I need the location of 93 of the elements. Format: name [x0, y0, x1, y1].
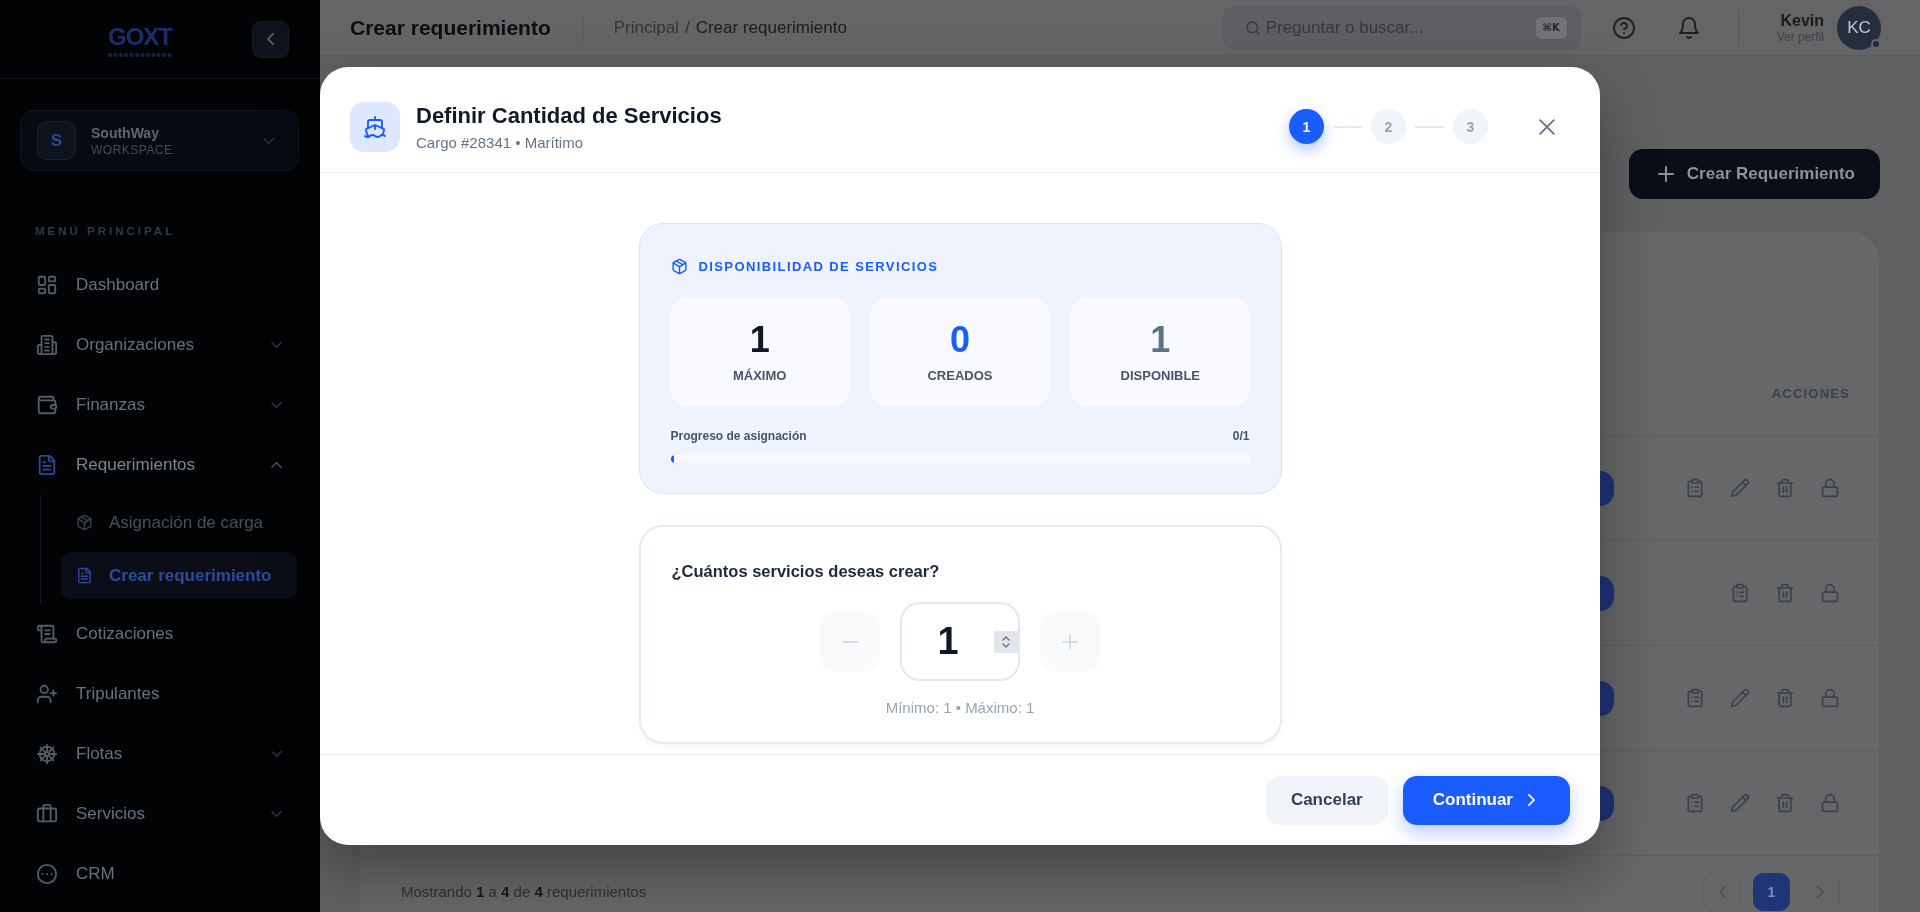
create-button[interactable]: Crear Requerimiento — [1628, 149, 1880, 199]
cube-icon — [670, 257, 688, 275]
step-indicator: 3 — [1453, 109, 1488, 144]
breadcrumb-separator: / — [684, 17, 690, 38]
briefcase-icon — [36, 803, 58, 825]
clipboard-icon[interactable] — [1685, 793, 1705, 813]
logo-text: GOXT — [108, 25, 172, 49]
status-pill — [1600, 470, 1614, 506]
card-title: DISPONIBILIDAD DE SERVICIOS — [698, 258, 939, 274]
range-hint: Mínimo: 1 • Máximo: 1 — [884, 699, 1036, 717]
clipboard-icon[interactable] — [1685, 478, 1705, 498]
logo-tagline-drawing — [108, 53, 172, 57]
pencil-icon[interactable] — [1730, 793, 1750, 813]
lock-icon[interactable] — [1820, 478, 1840, 498]
cancel-button[interactable]: Cancelar — [1265, 775, 1388, 825]
pencil-icon[interactable] — [1730, 478, 1750, 498]
chevron-left-icon — [267, 33, 274, 45]
sidebar-item[interactable]: Servicios — [0, 784, 320, 844]
stat-value: 1 — [749, 319, 770, 360]
document-icon — [76, 567, 93, 584]
progress-reading: 0/1 — [1232, 428, 1250, 444]
ship-wheel-icon — [36, 743, 58, 765]
sidebar-subitem[interactable]: Asignación de carga — [61, 499, 297, 546]
progress-label: Progreso de asignación — [670, 428, 807, 444]
dialog-title: Definir Cantidad de Servicios — [416, 101, 722, 130]
chevron-left-icon — [1719, 886, 1726, 898]
quantity-field[interactable]: 1 — [900, 602, 1020, 681]
next-page-button[interactable] — [1801, 873, 1840, 911]
chevron-down-icon — [263, 137, 274, 144]
user-name: Kevin — [1780, 10, 1824, 30]
close-icon — [1539, 118, 1555, 135]
user-plus-icon — [36, 683, 58, 705]
status-pill — [1600, 785, 1614, 821]
sidebar-subitem[interactable]: Crear requerimiento — [61, 552, 297, 599]
stat-label: MÁXIMO — [732, 366, 787, 384]
cube-icon — [76, 514, 93, 531]
stat-value: 1 — [1150, 319, 1171, 360]
plus-icon — [1062, 633, 1078, 650]
scroll-icon — [36, 623, 58, 645]
sidebar-item[interactable]: Finanzas — [0, 375, 320, 435]
search-icon — [1244, 19, 1261, 36]
ellipsis-circle-icon — [36, 863, 58, 885]
dialog-subtitle: Cargo #28341 • Marítimo — [416, 132, 584, 152]
sidebar-item[interactable]: CRM — [0, 844, 320, 904]
sidebar-item[interactable]: Dashboard — [0, 255, 320, 315]
bell-icon[interactable] — [1676, 15, 1701, 40]
chevron-right-icon — [1817, 886, 1824, 898]
sidebar-item[interactable]: Flotas — [0, 724, 320, 784]
previous-page-button[interactable] — [1703, 873, 1742, 911]
ship-icon — [350, 101, 400, 152]
lock-icon[interactable] — [1820, 688, 1840, 708]
trash-icon[interactable] — [1775, 478, 1795, 498]
step-indicator: 1 — [1289, 109, 1324, 144]
lock-icon[interactable] — [1820, 793, 1840, 813]
chevron-right-icon — [1528, 794, 1535, 806]
status-dot-icon — [1871, 38, 1881, 49]
plus-icon — [1657, 166, 1674, 182]
trash-icon[interactable] — [1775, 688, 1795, 708]
sidebar-item[interactable]: Cotizaciones — [0, 604, 320, 664]
sidebar-item[interactable]: Requerimientos — [0, 435, 320, 495]
workspace-avatar: S — [37, 121, 76, 160]
pencil-icon[interactable] — [1730, 688, 1750, 708]
user-avatar[interactable]: KC — [1837, 5, 1881, 50]
workspace-name: SouthWay — [91, 123, 160, 142]
trash-icon[interactable] — [1775, 793, 1795, 813]
breadcrumb-current: Crear requerimiento — [695, 17, 847, 38]
stat-value: 0 — [949, 319, 970, 360]
workspace-selector[interactable]: S SouthWay WORKSPACE — [20, 110, 299, 171]
wallet-icon — [36, 394, 58, 416]
step-indicator: 2 — [1371, 109, 1406, 144]
grid-icon — [36, 274, 58, 296]
building-icon — [36, 334, 58, 356]
workspace-label: WORKSPACE — [91, 142, 173, 158]
page-button[interactable]: 1 — [1753, 873, 1790, 911]
lock-icon[interactable] — [1820, 583, 1840, 603]
section-title: MENÚ PRINCIPAL — [35, 224, 177, 239]
document-icon — [36, 454, 58, 476]
status-pill — [1600, 680, 1614, 716]
sidebar-item[interactable]: Organizaciones — [0, 315, 320, 375]
question-text: ¿Cuántos servicios deseas crear? — [671, 561, 941, 582]
help-icon[interactable] — [1611, 15, 1636, 40]
page-title: Crear requerimiento — [350, 15, 551, 40]
status-pill — [1600, 575, 1614, 611]
trash-icon[interactable] — [1775, 583, 1795, 603]
minus-icon — [841, 640, 859, 643]
spinner-icon[interactable] — [994, 630, 1018, 653]
collapse-button[interactable] — [252, 20, 289, 58]
clipboard-icon[interactable] — [1685, 688, 1705, 708]
continue-button[interactable]: Continuar — [1402, 775, 1570, 825]
stat-label: CREADOS — [927, 366, 993, 384]
stat-label: DISPONIBLE — [1120, 366, 1201, 384]
sidebar-item[interactable]: Tripulantes — [0, 664, 320, 724]
clipboard-icon[interactable] — [1730, 583, 1750, 603]
